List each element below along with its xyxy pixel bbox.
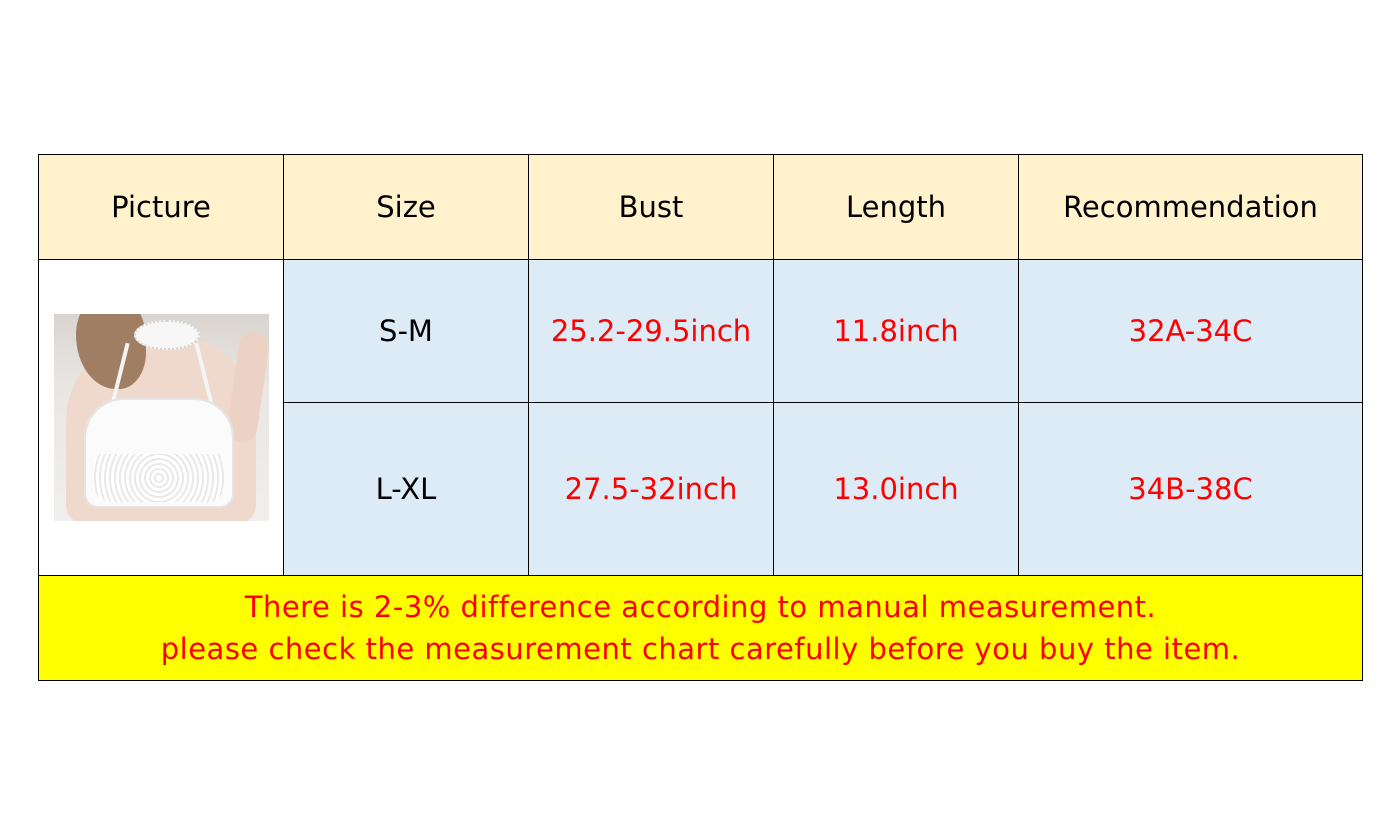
recommendation-value: 32A-34C [1018, 259, 1363, 403]
header-length: Length [773, 154, 1019, 260]
table-row: S-M 25.2-29.5inch 11.8inch 32A-34C [38, 259, 1363, 576]
note-line-1: There is 2-3% difference according to ma… [244, 590, 1157, 624]
product-photo [53, 314, 269, 521]
size-chart-table: Picture Size Bust Length Recommendation … [38, 154, 1363, 681]
length-value: 13.0inch [773, 402, 1019, 576]
bust-value: 27.5-32inch [528, 402, 774, 576]
picture-cell [38, 259, 284, 576]
header-recommendation: Recommendation [1018, 154, 1363, 260]
note-row: There is 2-3% difference according to ma… [38, 575, 1363, 681]
bust-value: 25.2-29.5inch [528, 259, 774, 403]
size-value: L-XL [283, 402, 529, 576]
size-value: S-M [283, 259, 529, 403]
length-value: 11.8inch [773, 259, 1019, 403]
header-bust: Bust [528, 154, 774, 260]
header-size: Size [283, 154, 529, 260]
recommendation-value: 34B-38C [1018, 402, 1363, 576]
measurement-note: There is 2-3% difference according to ma… [38, 575, 1363, 681]
header-row: Picture Size Bust Length Recommendation [38, 154, 1363, 260]
note-line-2: please check the measurement chart caref… [160, 632, 1241, 666]
header-picture: Picture [38, 154, 284, 260]
